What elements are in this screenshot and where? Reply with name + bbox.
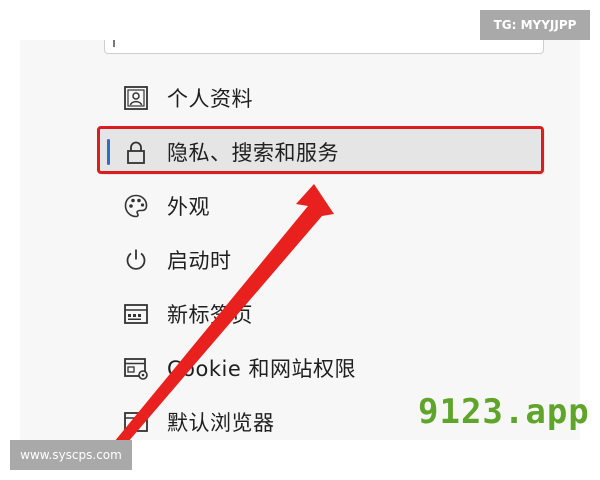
site-label: www.syscps.com [10, 440, 132, 470]
watermark: 9123.app [418, 392, 590, 432]
tg-label: TG: MYYJJPP [480, 10, 590, 40]
